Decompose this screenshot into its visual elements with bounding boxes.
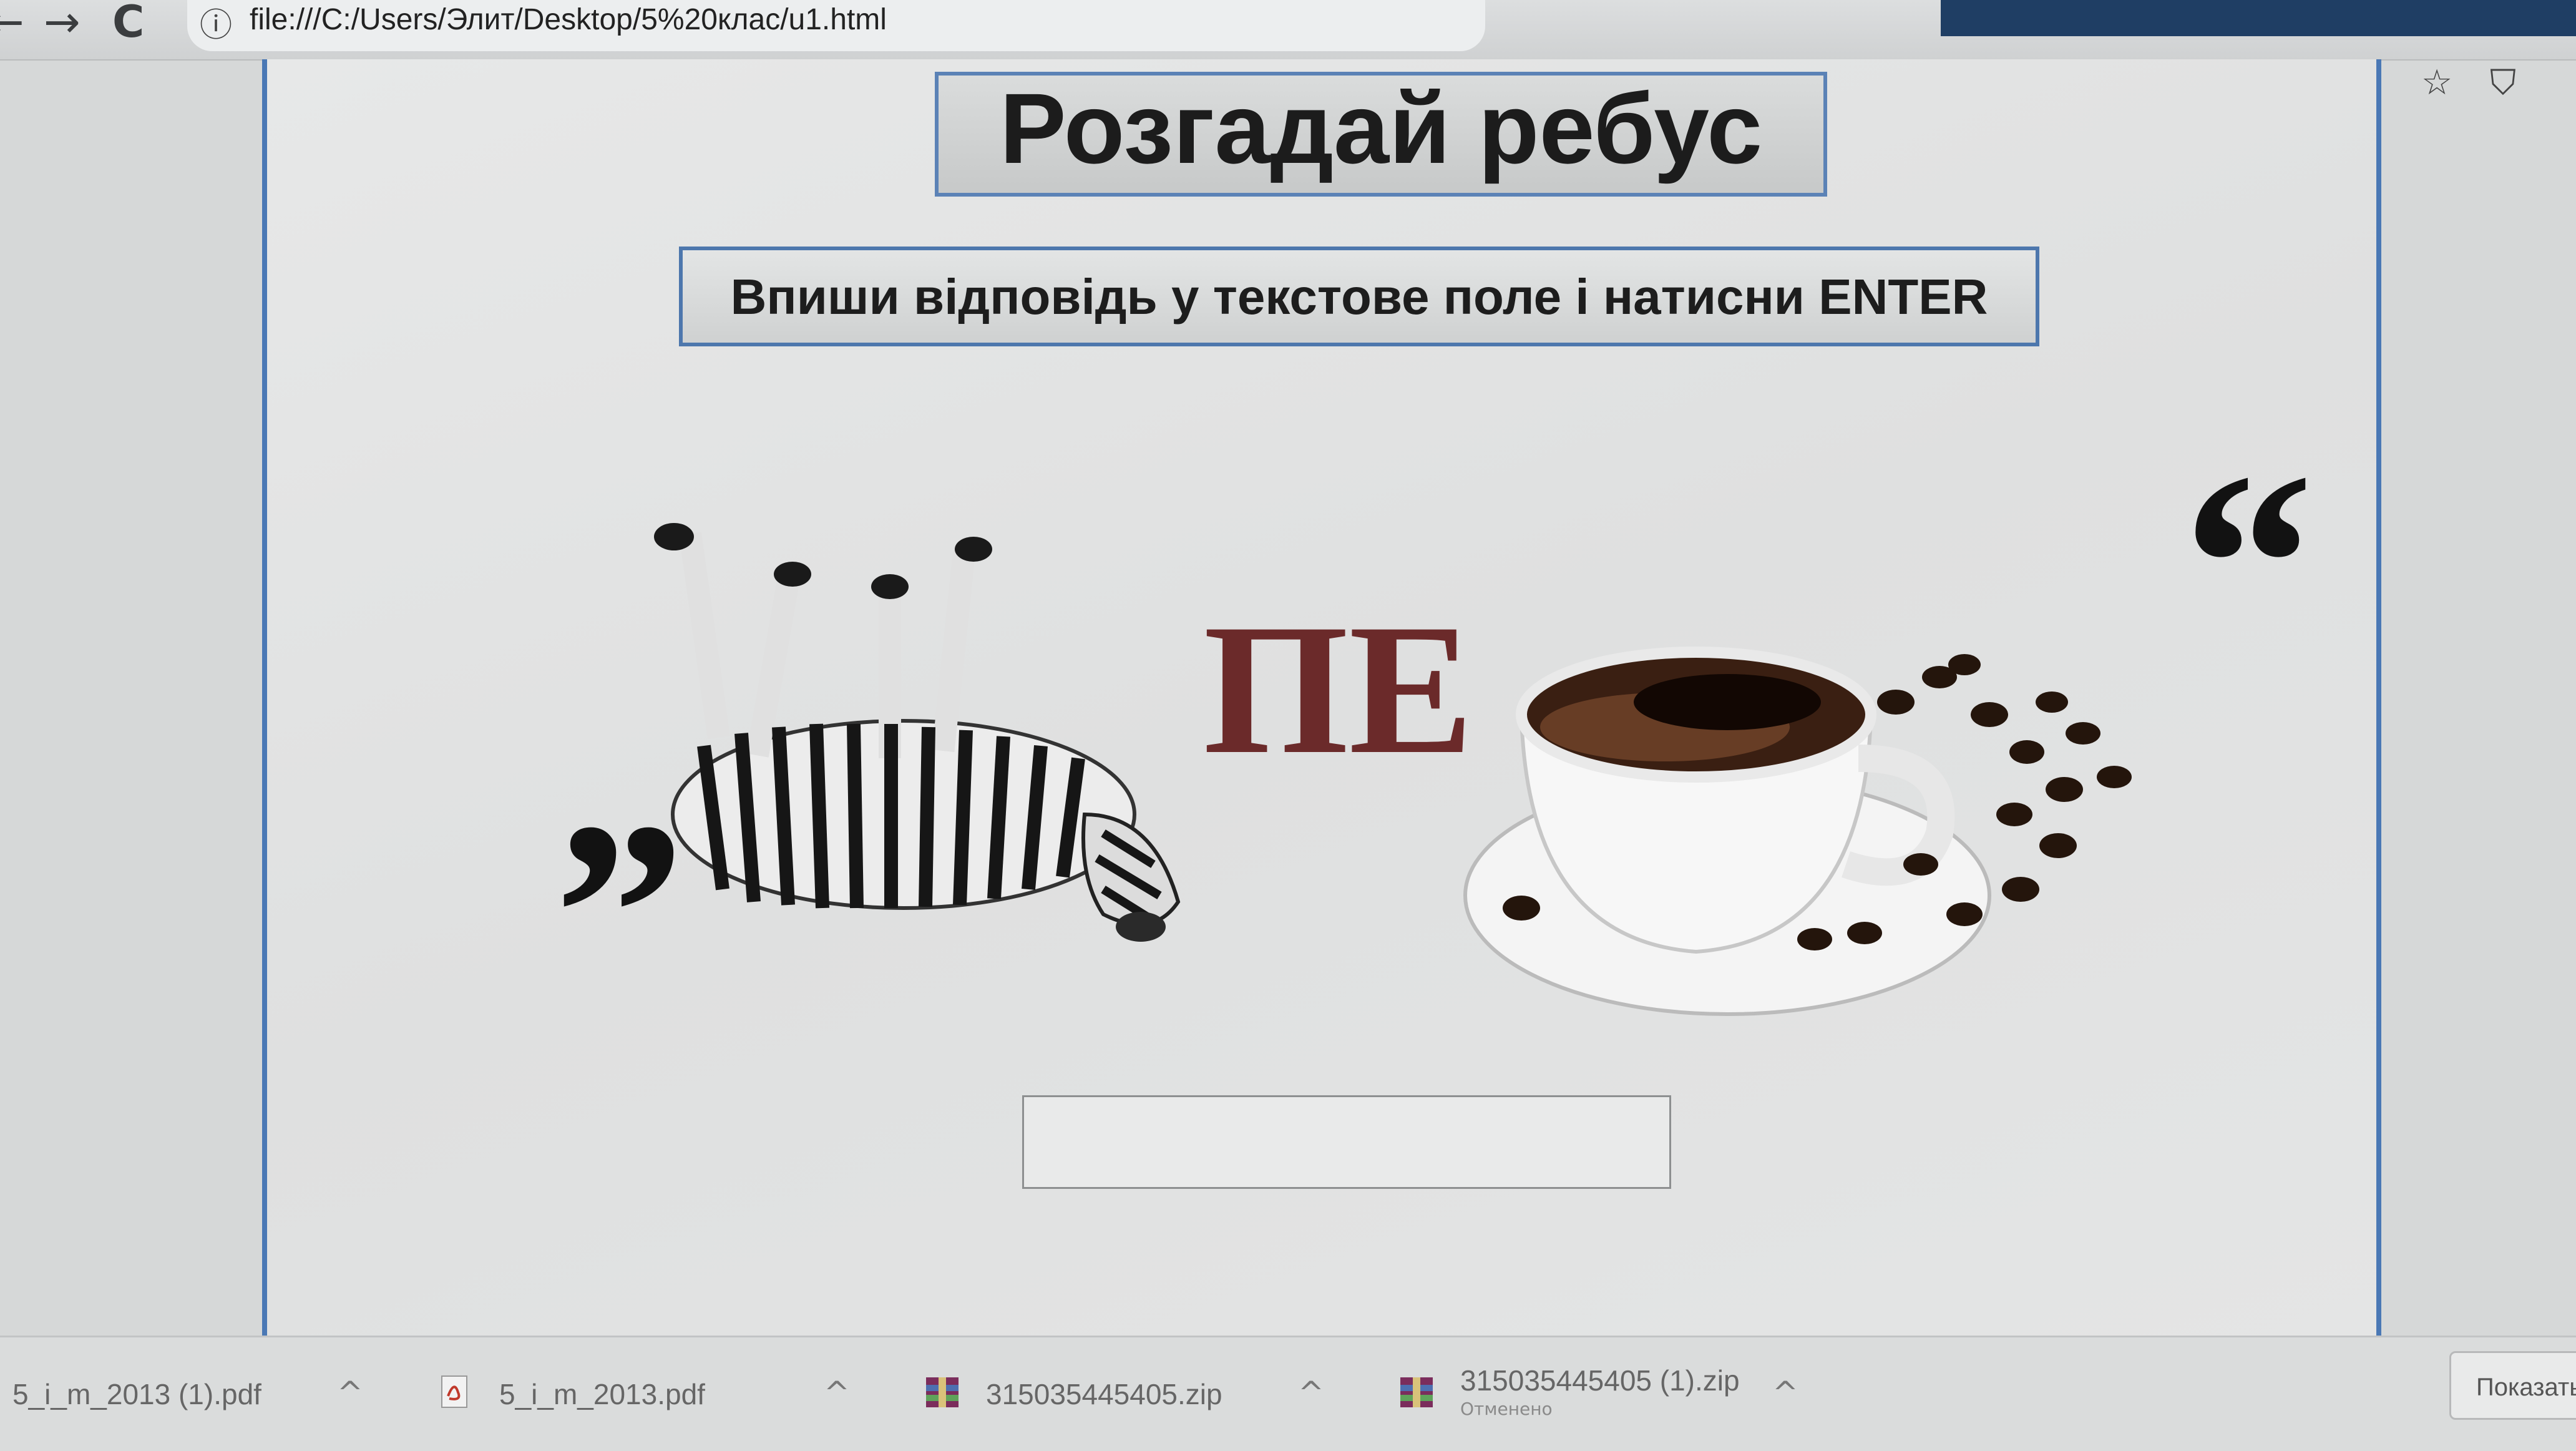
download-item[interactable]: 315035445405 (1).zip Отменено ^ xyxy=(1398,1364,1872,1431)
title-box: Розгадай ребус xyxy=(935,72,1827,197)
bookmark-star-icon[interactable]: ☆ xyxy=(2421,62,2452,103)
page-title: Розгадай ребус xyxy=(999,72,1763,184)
download-item[interactable]: 5_i_m_2013.pdf ^ xyxy=(437,1369,874,1431)
download-status: Отменено xyxy=(1460,1399,1553,1419)
rebus-open-quote: ” xyxy=(554,768,685,1058)
forward-arrow-icon[interactable]: → xyxy=(44,0,80,47)
shield-icon[interactable]: ⛉ xyxy=(2490,62,2516,104)
pdf-icon xyxy=(441,1375,467,1408)
address-url[interactable]: file:///C:/Users/Элит/Desktop/5%20клас/u… xyxy=(250,2,887,37)
zebra-image xyxy=(654,523,1181,942)
download-name: 5_i_m_2013.pdf xyxy=(499,1378,705,1410)
chevron-up-icon[interactable]: ^ xyxy=(1298,1375,1324,1411)
instruction-box: Впиши відповідь у текстове поле і натисн… xyxy=(679,247,2039,346)
rebus-letters: ПЕ xyxy=(1203,585,1473,793)
download-name: 315035445405.zip xyxy=(986,1378,1222,1410)
download-name: 315035445405 (1).zip xyxy=(1460,1364,1740,1397)
coffee-cup-image xyxy=(1463,647,2132,1016)
browser-tab-strip xyxy=(1941,0,2576,36)
downloads-bar: 5_i_m_2013 (1).pdf ^ 5_i_m_2013.pdf ^ 31… xyxy=(0,1336,2576,1451)
reload-icon[interactable]: C xyxy=(112,0,144,47)
chevron-up-icon[interactable]: ^ xyxy=(1772,1375,1798,1411)
instruction-text: Впиши відповідь у текстове поле і натисн… xyxy=(730,269,1988,325)
site-info-icon[interactable]: ⓘ xyxy=(200,0,232,46)
browser-toolbar: ← → C ⓘ file:///C:/Users/Элит/Desktop/5%… xyxy=(0,0,2576,61)
rebus-picture: ” ПЕ “ xyxy=(554,465,2314,1058)
page-frame: Розгадай ребус Впиши відповідь у текстов… xyxy=(262,59,2381,1345)
archive-icon xyxy=(926,1377,959,1407)
archive-icon xyxy=(1400,1377,1433,1407)
show-all-downloads-button[interactable]: Показать xyxy=(2449,1351,2576,1420)
answer-input[interactable] xyxy=(1022,1095,1671,1189)
chevron-up-icon[interactable]: ^ xyxy=(337,1375,363,1411)
address-bar[interactable]: ⓘ file:///C:/Users/Элит/Desktop/5%20клас… xyxy=(187,0,1485,51)
download-item[interactable]: 5_i_m_2013 (1).pdf ^ xyxy=(0,1369,387,1431)
chevron-up-icon[interactable]: ^ xyxy=(824,1375,850,1411)
download-name: 5_i_m_2013 (1).pdf xyxy=(12,1378,261,1410)
back-arrow-icon[interactable]: ← xyxy=(0,0,24,47)
rebus-close-quote: “ xyxy=(2183,465,2314,709)
download-item[interactable]: 315035445405.zip ^ xyxy=(924,1369,1360,1431)
